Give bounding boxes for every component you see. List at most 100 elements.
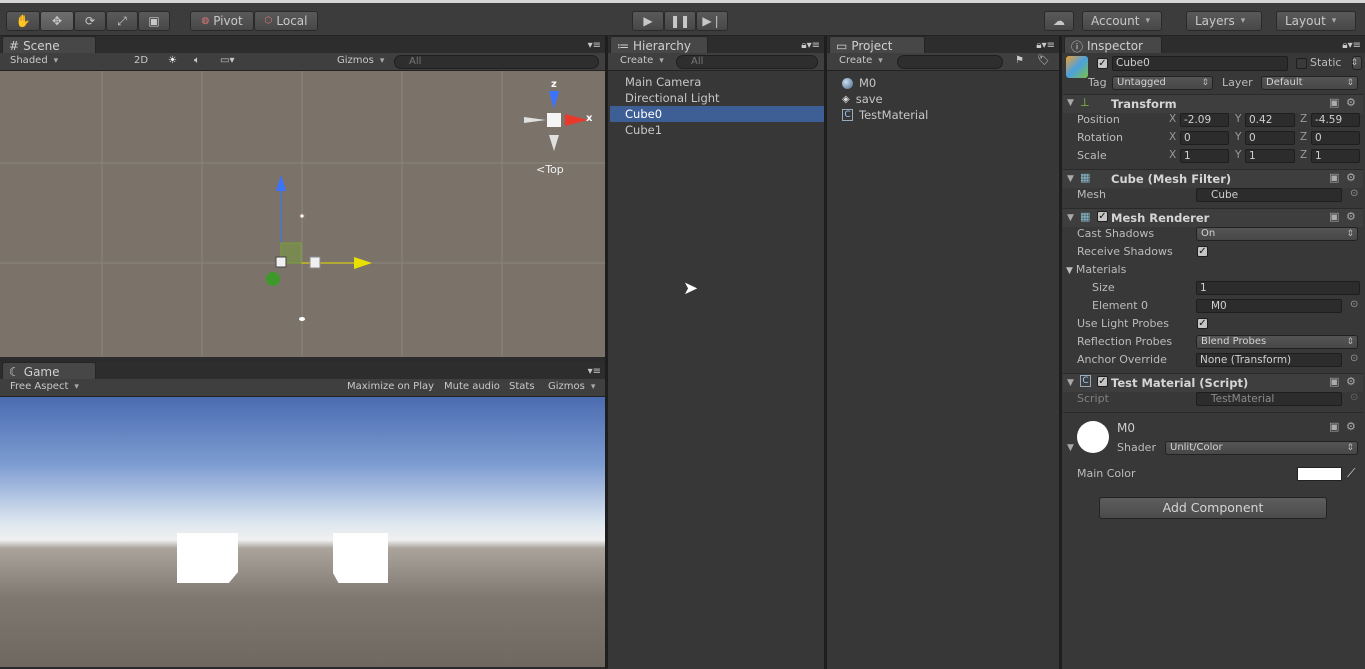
scale-y-field[interactable]: 1 (1245, 149, 1295, 163)
gear-icon[interactable]: ⚙ (1346, 420, 1356, 433)
scale-tool-button[interactable]: ⤢ (106, 11, 138, 31)
game-panel-menu-icon[interactable]: ▾≡ (588, 366, 601, 377)
hierarchy-item-cube0[interactable]: Cube0 (610, 106, 824, 122)
pivot-toggle[interactable]: ◍ Pivot (190, 11, 254, 31)
materials-size-field[interactable]: 1 (1196, 281, 1360, 295)
view-projection-toggle[interactable]: <Top (536, 163, 564, 176)
cast-shadows-dropdown[interactable]: On (1196, 227, 1358, 241)
light-probes-checkbox[interactable]: ✓ (1197, 318, 1208, 329)
scene-viewport[interactable]: z x <Top (0, 71, 605, 357)
mesh-renderer-enabled-checkbox[interactable]: ✓ (1097, 211, 1108, 222)
position-x-field[interactable]: -2.09 (1180, 113, 1229, 127)
object-picker-icon[interactable]: ⊙ (1350, 299, 1358, 310)
hierarchy-search-input[interactable]: All (676, 55, 818, 69)
static-dropdown[interactable] (1350, 56, 1362, 70)
materials-foldout[interactable]: ▼ Materials (1066, 263, 1126, 276)
position-y-field[interactable]: 0.42 (1245, 113, 1295, 127)
2d-toggle[interactable]: 2D (134, 55, 148, 66)
lighting-toggle-icon[interactable]: ☀ (168, 55, 177, 66)
scene-search-input[interactable]: All (394, 55, 599, 69)
project-lock-icon[interactable]: 🔒︎▾≡ (1036, 40, 1055, 51)
project-item-testmaterial[interactable]: C TestMaterial (842, 107, 928, 123)
rotation-y-field[interactable]: 0 (1245, 131, 1295, 145)
maximize-on-play-toggle[interactable]: Maximize on Play (347, 381, 434, 392)
shader-dropdown[interactable]: Unlit/Color (1165, 441, 1358, 455)
step-button[interactable]: ▶❘ (696, 11, 728, 31)
collapse-arrow-icon[interactable]: ▼ (1067, 378, 1074, 388)
project-create-dropdown[interactable]: Create (839, 55, 883, 66)
object-picker-icon[interactable]: ⊙ (1350, 188, 1358, 199)
gameobject-icon[interactable] (1066, 56, 1088, 78)
add-component-button[interactable]: Add Component (1099, 497, 1327, 519)
object-name-field[interactable]: Cube0 (1112, 56, 1288, 71)
mesh-object-field[interactable]: Cube (1196, 188, 1342, 202)
layer-dropdown[interactable]: Default (1261, 76, 1358, 90)
gear-icon[interactable]: ⚙ (1346, 210, 1356, 223)
2d-label: 2D (134, 55, 149, 66)
help-icon[interactable]: ▣ (1329, 96, 1339, 109)
help-icon[interactable]: ▣ (1329, 375, 1339, 388)
object-picker-icon[interactable]: ⊙ (1350, 353, 1358, 364)
layers-dropdown[interactable]: Layers (1186, 11, 1262, 31)
hierarchy-item-main-camera[interactable]: Main Camera (610, 74, 824, 90)
collapse-arrow-icon[interactable]: ▼ (1067, 443, 1074, 453)
aspect-dropdown[interactable]: Free Aspect (10, 381, 162, 392)
project-item-save[interactable]: ◈ save (842, 91, 883, 107)
hierarchy-item-directional-light[interactable]: Directional Light (610, 90, 824, 106)
collapse-arrow-icon[interactable]: ▼ (1067, 174, 1074, 184)
effects-toggle-icon[interactable]: ▭▾ (220, 55, 234, 66)
game-viewport[interactable] (0, 397, 605, 667)
gear-icon[interactable]: ⚙ (1346, 171, 1356, 184)
static-checkbox[interactable] (1296, 58, 1307, 69)
project-search-input[interactable] (897, 55, 1003, 69)
scale-x-field[interactable]: 1 (1180, 149, 1229, 163)
filter-by-label-icon[interactable]: 🏷︎ (1037, 55, 1050, 66)
materials-label: Materials (1075, 263, 1127, 276)
tag-dropdown[interactable]: Untagged (1112, 76, 1213, 90)
audio-toggle-icon[interactable]: 🔈︎ (194, 55, 200, 66)
filter-by-type-icon[interactable]: ⚑ (1015, 55, 1024, 66)
receive-shadows-checkbox[interactable]: ✓ (1197, 246, 1208, 257)
project-item-m0[interactable]: M0 (842, 75, 876, 91)
rect-tool-button[interactable]: ▣ (138, 11, 170, 31)
transform-header[interactable] (1063, 94, 1363, 113)
shading-mode-dropdown[interactable]: Shaded (10, 55, 122, 66)
hierarchy-lock-icon[interactable]: 🔒︎▾≡ (801, 40, 820, 51)
move-tool-button[interactable]: ✥ (40, 11, 74, 31)
reflection-probes-dropdown[interactable]: Blend Probes (1196, 335, 1358, 349)
layout-dropdown[interactable]: Layout (1276, 11, 1356, 31)
pause-button[interactable]: ❚❚ (664, 11, 696, 31)
collapse-arrow-icon[interactable]: ▼ (1067, 98, 1074, 108)
panel-menu-icon[interactable]: ▾≡ (588, 40, 601, 51)
account-dropdown[interactable]: Account (1082, 11, 1162, 31)
help-icon[interactable]: ▣ (1329, 420, 1339, 433)
eyedropper-icon[interactable]: ⟋ (1347, 466, 1355, 481)
game-gizmos-dropdown[interactable]: Gizmos (548, 381, 595, 392)
scale-z-field[interactable]: 1 (1311, 149, 1360, 163)
position-z-field[interactable]: -4.59 (1311, 113, 1360, 127)
anchor-override-field[interactable]: None (Transform) (1196, 353, 1342, 367)
element0-object-field[interactable]: M0 (1196, 299, 1342, 313)
rotation-x-field[interactable]: 0 (1180, 131, 1229, 145)
mute-audio-toggle[interactable]: Mute audio (444, 381, 500, 392)
gear-icon[interactable]: ⚙ (1346, 375, 1356, 388)
hand-tool-button[interactable]: ✋ (6, 11, 40, 31)
hierarchy-item-cube1[interactable]: Cube1 (610, 122, 824, 138)
play-button[interactable]: ▶ (632, 11, 664, 31)
main-color-swatch[interactable] (1297, 467, 1342, 481)
help-icon[interactable]: ▣ (1329, 210, 1339, 223)
local-toggle[interactable]: ⬡ Local (254, 11, 318, 31)
cloud-button[interactable]: ☁ (1044, 11, 1074, 31)
rotation-z-field[interactable]: 0 (1311, 131, 1360, 145)
gear-icon[interactable]: ⚙ (1346, 96, 1356, 109)
active-checkbox[interactable]: ✓ (1097, 58, 1108, 69)
hierarchy-create-dropdown[interactable]: Create (620, 55, 664, 66)
help-icon[interactable]: ▣ (1329, 171, 1339, 184)
rotate-tool-button[interactable]: ⟳ (74, 11, 106, 31)
inspector-lock-icon[interactable]: 🔒︎▾≡ (1342, 40, 1361, 51)
scene-gizmos-dropdown[interactable]: Gizmos (337, 55, 384, 66)
script-enabled-checkbox[interactable]: ✓ (1097, 376, 1108, 387)
collapse-arrow-icon[interactable]: ▼ (1067, 213, 1074, 223)
stats-toggle[interactable]: Stats (509, 381, 535, 392)
mesh-renderer-header[interactable] (1063, 208, 1363, 227)
